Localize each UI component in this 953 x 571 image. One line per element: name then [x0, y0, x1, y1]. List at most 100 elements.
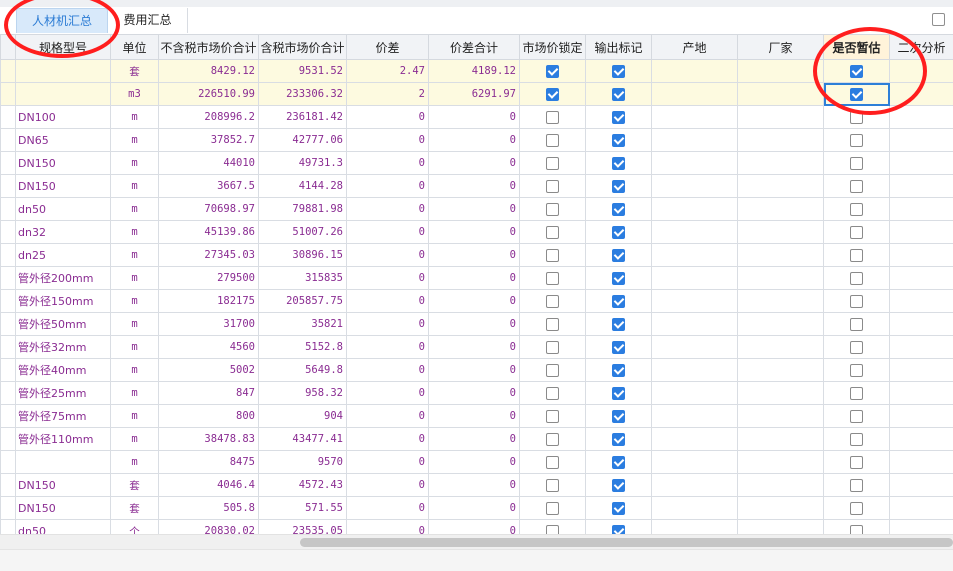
- price-excl-tax-cell[interactable]: 4046.4: [159, 474, 259, 497]
- output-mark-cell[interactable]: [586, 382, 652, 405]
- unit-cell[interactable]: m: [111, 428, 159, 451]
- manufacturer-cell[interactable]: [738, 451, 824, 474]
- output-mark-cell[interactable]: [586, 267, 652, 290]
- unit-cell[interactable]: m: [111, 106, 159, 129]
- provisional-checkbox[interactable]: [850, 295, 863, 308]
- col-header-price-excl-tax[interactable]: 不含税市场价合计: [159, 35, 259, 60]
- provisional-checkbox[interactable]: [850, 88, 863, 101]
- output-mark-cell[interactable]: [586, 106, 652, 129]
- output-mark-checkbox[interactable]: [612, 180, 625, 193]
- provisional-cell[interactable]: [824, 106, 890, 129]
- row-indicator[interactable]: [1, 106, 16, 129]
- col-header-price-incl-tax[interactable]: 含税市场价合计: [259, 35, 347, 60]
- spec-cell[interactable]: [16, 451, 111, 474]
- secondary-analysis-cell[interactable]: [890, 313, 953, 336]
- market-lock-checkbox[interactable]: [546, 387, 559, 400]
- price-incl-tax-cell[interactable]: 23535.05: [259, 520, 347, 535]
- market-lock-cell[interactable]: [520, 313, 586, 336]
- manufacturer-cell[interactable]: [738, 382, 824, 405]
- output-mark-cell[interactable]: [586, 451, 652, 474]
- table-row[interactable]: 管外径150mmm182175205857.7500: [1, 290, 953, 313]
- origin-cell[interactable]: [652, 405, 738, 428]
- unit-cell[interactable]: m: [111, 451, 159, 474]
- table-row[interactable]: m3226510.99233306.3226291.97: [1, 83, 953, 106]
- output-mark-checkbox[interactable]: [612, 410, 625, 423]
- price-diff-cell[interactable]: 0: [347, 175, 429, 198]
- secondary-analysis-cell[interactable]: [890, 152, 953, 175]
- market-lock-cell[interactable]: [520, 359, 586, 382]
- spec-cell[interactable]: [16, 60, 111, 83]
- provisional-cell[interactable]: [824, 290, 890, 313]
- output-mark-checkbox[interactable]: [612, 111, 625, 124]
- output-mark-cell[interactable]: [586, 198, 652, 221]
- secondary-analysis-cell[interactable]: [890, 60, 953, 83]
- provisional-checkbox[interactable]: [850, 456, 863, 469]
- diff-total-cell[interactable]: 0: [429, 336, 520, 359]
- origin-cell[interactable]: [652, 198, 738, 221]
- market-lock-cell[interactable]: [520, 198, 586, 221]
- spec-cell[interactable]: [16, 83, 111, 106]
- unit-cell[interactable]: m: [111, 359, 159, 382]
- diff-total-cell[interactable]: 0: [429, 290, 520, 313]
- origin-cell[interactable]: [652, 382, 738, 405]
- origin-cell[interactable]: [652, 428, 738, 451]
- manufacturer-cell[interactable]: [738, 60, 824, 83]
- price-diff-cell[interactable]: 0: [347, 382, 429, 405]
- manufacturer-cell[interactable]: [738, 244, 824, 267]
- manufacturer-cell[interactable]: [738, 474, 824, 497]
- output-mark-cell[interactable]: [586, 313, 652, 336]
- table-row[interactable]: m8475957000: [1, 451, 953, 474]
- tab-fee-summary[interactable]: 费用汇总: [108, 8, 188, 33]
- scrollbar-thumb[interactable]: [300, 538, 953, 547]
- market-lock-checkbox[interactable]: [546, 203, 559, 216]
- price-diff-cell[interactable]: 0: [347, 198, 429, 221]
- price-diff-cell[interactable]: 0: [347, 129, 429, 152]
- diff-total-cell[interactable]: 6291.97: [429, 83, 520, 106]
- manufacturer-cell[interactable]: [738, 152, 824, 175]
- table-row[interactable]: 管外径200mmm27950031583500: [1, 267, 953, 290]
- market-lock-checkbox[interactable]: [546, 111, 559, 124]
- origin-cell[interactable]: [652, 267, 738, 290]
- unit-cell[interactable]: m: [111, 221, 159, 244]
- row-indicator[interactable]: [1, 313, 16, 336]
- spec-cell[interactable]: DN150: [16, 474, 111, 497]
- price-incl-tax-cell[interactable]: 958.32: [259, 382, 347, 405]
- price-incl-tax-cell[interactable]: 79881.98: [259, 198, 347, 221]
- price-excl-tax-cell[interactable]: 226510.99: [159, 83, 259, 106]
- row-indicator[interactable]: [1, 474, 16, 497]
- price-incl-tax-cell[interactable]: 233306.32: [259, 83, 347, 106]
- market-lock-checkbox[interactable]: [546, 479, 559, 492]
- row-indicator[interactable]: [1, 60, 16, 83]
- output-mark-checkbox[interactable]: [612, 433, 625, 446]
- provisional-cell[interactable]: [824, 497, 890, 520]
- provisional-checkbox[interactable]: [850, 318, 863, 331]
- secondary-analysis-cell[interactable]: [890, 106, 953, 129]
- provisional-checkbox[interactable]: [850, 479, 863, 492]
- row-indicator[interactable]: [1, 290, 16, 313]
- secondary-analysis-cell[interactable]: [890, 359, 953, 382]
- price-incl-tax-cell[interactable]: 4144.28: [259, 175, 347, 198]
- market-lock-cell[interactable]: [520, 83, 586, 106]
- provisional-checkbox[interactable]: [850, 249, 863, 262]
- provisional-checkbox[interactable]: [850, 433, 863, 446]
- origin-cell[interactable]: [652, 313, 738, 336]
- price-diff-cell[interactable]: 0: [347, 267, 429, 290]
- horizontal-scrollbar[interactable]: [0, 534, 953, 549]
- spec-cell[interactable]: 管外径32mm: [16, 336, 111, 359]
- table-row[interactable]: DN150套505.8571.5500: [1, 497, 953, 520]
- diff-total-cell[interactable]: 0: [429, 152, 520, 175]
- market-lock-cell[interactable]: [520, 451, 586, 474]
- diff-total-cell[interactable]: 0: [429, 497, 520, 520]
- price-incl-tax-cell[interactable]: 49731.3: [259, 152, 347, 175]
- output-mark-cell[interactable]: [586, 336, 652, 359]
- provisional-cell[interactable]: [824, 451, 890, 474]
- secondary-analysis-cell[interactable]: [890, 451, 953, 474]
- price-excl-tax-cell[interactable]: 3667.5: [159, 175, 259, 198]
- diff-total-cell[interactable]: 0: [429, 474, 520, 497]
- market-lock-cell[interactable]: [520, 129, 586, 152]
- provisional-cell[interactable]: [824, 313, 890, 336]
- diff-total-cell[interactable]: 0: [429, 313, 520, 336]
- spec-cell[interactable]: 管外径110mm: [16, 428, 111, 451]
- price-excl-tax-cell[interactable]: 800: [159, 405, 259, 428]
- row-indicator[interactable]: [1, 428, 16, 451]
